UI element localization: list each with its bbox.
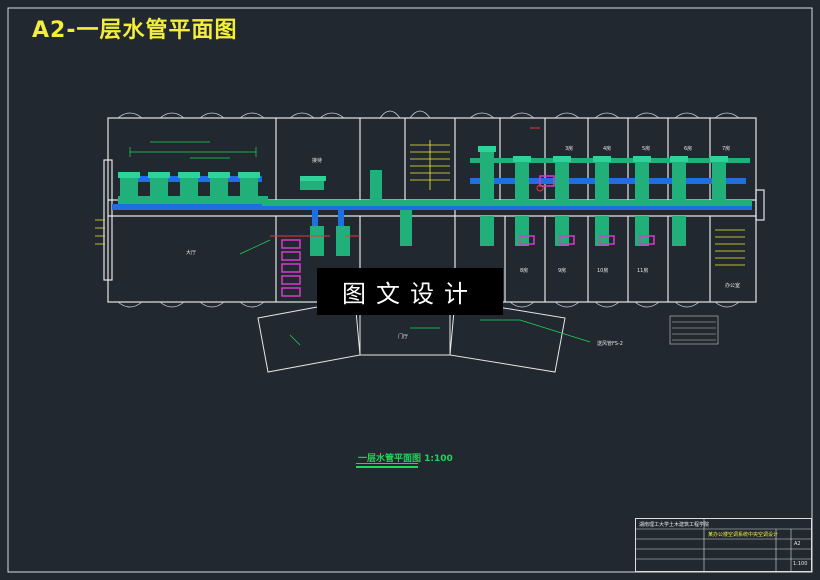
title-block-school: 湖南理工大学土木建筑工程学院	[639, 522, 710, 528]
svg-text:9房: 9房	[558, 267, 566, 274]
caption-underline	[356, 463, 418, 464]
svg-text:11房: 11房	[637, 267, 648, 274]
svg-text:10房: 10房	[597, 267, 608, 274]
room-label-marks: 3房 4房 5房 6房 7房 8房 9房 10房 11房 办公室 大厅 接待 门…	[186, 145, 740, 347]
svg-text:3房: 3房	[565, 145, 573, 152]
svg-text:门厅: 门厅	[398, 333, 408, 340]
svg-text:5房: 5房	[642, 145, 650, 152]
notes-box	[669, 315, 719, 345]
svg-text:4房: 4房	[603, 145, 611, 152]
caption-underline-thick	[356, 466, 418, 468]
svg-text:8房: 8房	[520, 267, 528, 274]
title-block-scale: 1:100	[793, 561, 808, 567]
svg-text:送风管FS-2: 送风管FS-2	[597, 340, 623, 347]
svg-text:7房: 7房	[722, 145, 730, 152]
svg-text:办公室: 办公室	[725, 282, 740, 289]
supply-pipes	[112, 176, 752, 250]
drawing-title: A2-一层水管平面图	[32, 18, 238, 43]
title-block: 湖南理工大学土木建筑工程学院 某办公楼空调系统中央空调设计 A2 1:100	[635, 518, 812, 572]
svg-text:接待: 接待	[312, 157, 322, 164]
title-block-sheet: A2	[794, 541, 801, 547]
title-block-project: 某办公楼空调系统中央空调设计	[708, 532, 779, 538]
svg-text:6房: 6房	[684, 145, 692, 152]
svg-text:大厅: 大厅	[186, 249, 196, 256]
watermark: 图文设计	[317, 268, 503, 315]
